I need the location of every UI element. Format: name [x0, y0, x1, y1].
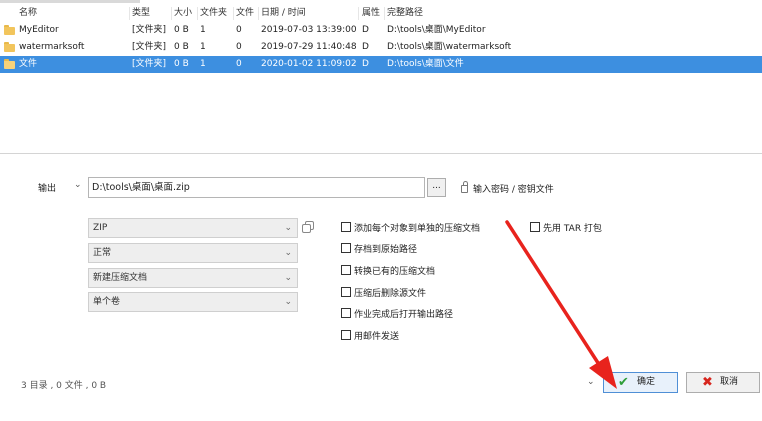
row-folders: 1	[200, 59, 206, 69]
column-divider[interactable]	[358, 7, 359, 20]
cancel-button[interactable]: ✖ 取消	[686, 372, 760, 393]
column-divider[interactable]	[384, 7, 385, 20]
close-icon: ✖	[702, 375, 713, 390]
row-type: [文件夹]	[132, 25, 167, 35]
compression-level-value: 正常	[93, 248, 112, 258]
arrow-shaft	[505, 220, 602, 368]
send-by-mail-checkbox[interactable]: 用邮件发送	[341, 330, 399, 343]
column-header-path[interactable]: 完整路径	[387, 5, 423, 22]
checkbox-label: 作业完成后打开输出路径	[354, 310, 454, 320]
table-row[interactable]: MyEditor [文件夹] 0 B 1 0 2019-07-03 13:39:…	[0, 22, 762, 39]
chevron-down-icon: ⌄	[284, 248, 292, 258]
row-attr: D	[362, 59, 369, 69]
format-select[interactable]: ZIP ⌄	[88, 218, 298, 238]
output-label: 输出	[38, 184, 57, 194]
checkbox-label: 先用 TAR 打包	[543, 224, 602, 234]
volume-select-value: 单个卷	[93, 297, 121, 307]
checkbox-label: 存档到原始路径	[354, 245, 418, 255]
table-row[interactable]: watermarksoft [文件夹] 0 B 1 0 2019-07-29 1…	[0, 39, 762, 56]
table-row-selected[interactable]: 文件 [文件夹] 0 B 1 0 2020-01-02 11:09:02 D D…	[0, 56, 762, 73]
column-header-files[interactable]: 文件	[236, 5, 254, 22]
column-header-size[interactable]: 大小	[174, 5, 192, 22]
row-path: D:\tools\桌面\文件	[387, 59, 464, 69]
format-select-value: ZIP	[93, 223, 108, 233]
row-type: [文件夹]	[132, 59, 167, 69]
checkbox-box[interactable]	[341, 308, 351, 318]
column-divider[interactable]	[129, 7, 130, 20]
row-folders: 1	[200, 42, 206, 52]
row-files: 0	[236, 59, 242, 69]
scrollbar[interactable]	[0, 0, 140, 3]
folder-icon	[4, 42, 15, 52]
cancel-button-label: 取消	[720, 377, 739, 387]
checkbox-box[interactable]	[341, 222, 351, 232]
checkbox-label: 添加每个对象到单独的压缩文档	[354, 224, 481, 234]
output-chevron-icon[interactable]: ⌄	[74, 180, 82, 190]
row-date: 2019-07-29 11:40:48	[261, 42, 357, 52]
row-folders: 1	[200, 25, 206, 35]
checkbox-box[interactable]	[341, 265, 351, 275]
column-header-folders[interactable]: 文件夹	[200, 5, 227, 22]
checkbox-label: 用邮件发送	[354, 332, 400, 342]
row-attr: D	[362, 42, 369, 52]
column-header-name[interactable]: 名称	[19, 5, 37, 22]
row-date: 2020-01-02 11:09:02	[261, 59, 357, 69]
file-list: 名称 类型 大小 文件夹 文件 日期 / 时间 属性 完整路径 MyEditor…	[0, 0, 762, 80]
checkbox-box[interactable]	[341, 330, 351, 340]
column-divider[interactable]	[171, 7, 172, 20]
status-text: 3 目录 , 0 文件 , 0 B	[21, 381, 107, 391]
file-list-header: 名称 类型 大小 文件夹 文件 日期 / 时间 属性 完整路径	[0, 5, 762, 22]
column-divider[interactable]	[197, 7, 198, 20]
column-header-date[interactable]: 日期 / 时间	[261, 5, 306, 22]
checkbox-box[interactable]	[530, 222, 540, 232]
panel-divider	[0, 153, 762, 154]
password-link[interactable]: 输入密码 / 密钥文件	[461, 181, 554, 195]
row-files: 0	[236, 25, 242, 35]
browse-button[interactable]: ...	[427, 178, 446, 197]
lock-icon	[461, 181, 468, 193]
row-size: 0 B	[174, 42, 189, 52]
checkbox-label: 压缩后删除源文件	[354, 289, 427, 299]
tar-first-checkbox[interactable]: 先用 TAR 打包	[530, 222, 602, 235]
folder-icon	[4, 59, 15, 69]
row-attr: D	[362, 25, 369, 35]
row-name: watermarksoft	[19, 42, 85, 52]
row-name: 文件	[19, 59, 38, 69]
output-path-field[interactable]: D:\tools\桌面\桌面.zip	[88, 177, 425, 198]
folder-icon	[4, 25, 15, 35]
archive-mode-select[interactable]: 新建压缩文档 ⌄	[88, 268, 298, 288]
archive-mode-value: 新建压缩文档	[93, 273, 148, 283]
checkbox-label: 转换已有的压缩文档	[354, 267, 436, 277]
row-files: 0	[236, 42, 242, 52]
chevron-down-icon[interactable]: ⌄	[587, 377, 595, 387]
copy-settings-icon[interactable]	[302, 221, 315, 233]
row-path: D:\tools\桌面\MyEditor	[387, 25, 486, 35]
row-path: D:\tools\桌面\watermarksoft	[387, 42, 512, 52]
ok-button-label: 确定	[637, 377, 656, 387]
checkmark-icon: ✔	[618, 375, 629, 390]
row-size: 0 B	[174, 25, 189, 35]
ok-button[interactable]: ✔ 确定	[603, 372, 678, 393]
row-type: [文件夹]	[132, 42, 167, 52]
convert-existing-checkbox[interactable]: 转换已有的压缩文档	[341, 265, 435, 278]
row-date: 2019-07-03 13:39:00	[261, 25, 357, 35]
row-size: 0 B	[174, 59, 189, 69]
store-original-path-checkbox[interactable]: 存档到原始路径	[341, 243, 417, 256]
chevron-down-icon: ⌄	[284, 223, 292, 233]
volume-select[interactable]: 单个卷 ⌄	[88, 292, 298, 312]
compression-level-select[interactable]: 正常 ⌄	[88, 243, 298, 263]
open-output-path-checkbox[interactable]: 作业完成后打开输出路径	[341, 308, 453, 321]
password-link-label: 输入密码 / 密钥文件	[473, 185, 554, 195]
column-divider[interactable]	[233, 7, 234, 20]
chevron-down-icon: ⌄	[284, 297, 292, 307]
chevron-down-icon: ⌄	[284, 273, 292, 283]
checkbox-box[interactable]	[341, 287, 351, 297]
checkbox-box[interactable]	[341, 243, 351, 253]
column-header-attr[interactable]: 属性	[362, 5, 380, 22]
column-divider[interactable]	[258, 7, 259, 20]
delete-source-checkbox[interactable]: 压缩后删除源文件	[341, 287, 426, 300]
separate-archives-checkbox[interactable]: 添加每个对象到单独的压缩文档	[341, 222, 480, 235]
column-header-type[interactable]: 类型	[132, 5, 150, 22]
row-name: MyEditor	[19, 25, 59, 35]
